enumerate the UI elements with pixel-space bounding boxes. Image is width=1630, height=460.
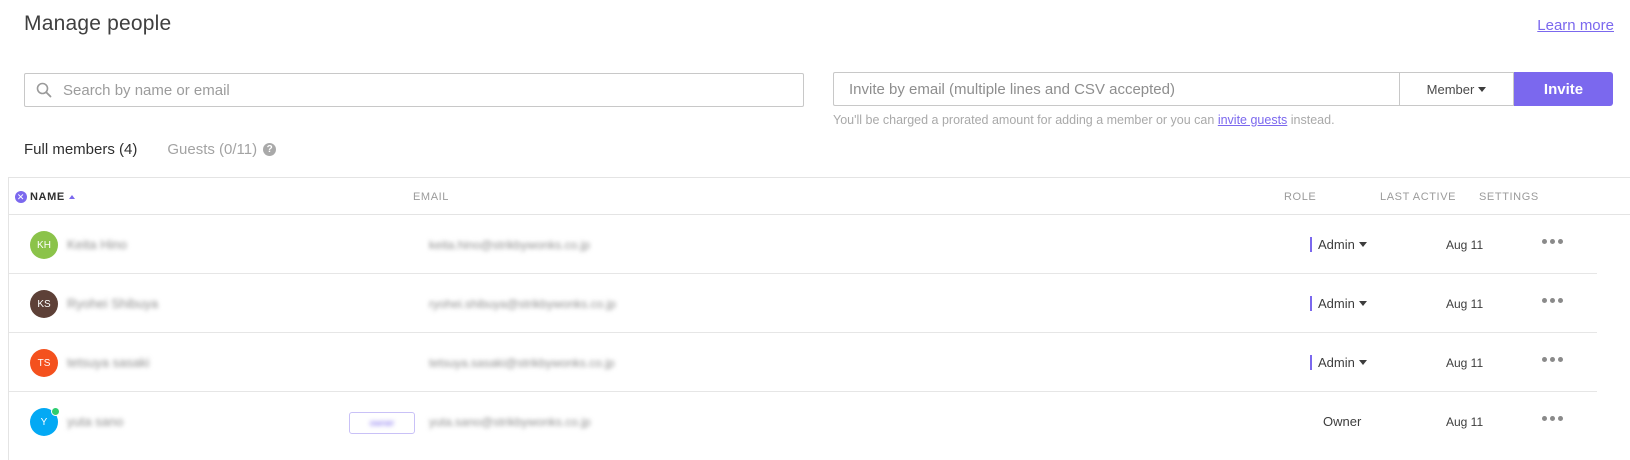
invite-email-input[interactable] [833, 72, 1399, 106]
chevron-down-icon [1358, 360, 1367, 365]
member-email: keita.hino@strikbywonks.co.jp [429, 238, 590, 252]
table-row: TS tetsuya sasaki tetsuya.sasaki@strikby… [9, 333, 1597, 392]
more-dots-icon [1542, 416, 1547, 421]
settings-menu-button[interactable] [1540, 353, 1565, 366]
role-dropdown[interactable]: Admin [1310, 237, 1367, 252]
last-active: Aug 11 [1446, 238, 1484, 252]
role-dropdown[interactable]: Admin [1310, 355, 1367, 370]
table-header: ✕ NAME EMAIL ROLE LAST ACTIVE SETTINGS [9, 178, 1630, 215]
invite-guests-link[interactable]: invite guests [1218, 113, 1287, 127]
role-column-header: ROLE [1284, 191, 1317, 203]
chevron-down-icon [1478, 86, 1487, 92]
avatar[interactable]: KH [30, 231, 58, 259]
chevron-down-icon [1358, 301, 1367, 306]
owner-badge: owner [349, 412, 415, 434]
more-dots-icon [1542, 239, 1547, 244]
avatar-initials: Y [40, 416, 48, 428]
table-row: KH Keita Hino keita.hino@strikbywonks.co… [9, 215, 1597, 274]
role-label: Admin [1318, 296, 1355, 311]
tab-guests-label: Guests (0/11) [167, 141, 258, 158]
member-name: tetsuya sasaki [67, 355, 150, 370]
member-name: Ryohei Shibuya [67, 296, 159, 311]
avatar[interactable]: TS [30, 349, 58, 377]
more-dots-icon [1550, 298, 1555, 303]
more-dots-icon [1550, 357, 1555, 362]
avatar[interactable]: Y [30, 407, 60, 436]
member-name: Keita Hino [67, 237, 127, 252]
settings-column-header: SETTINGS [1479, 191, 1539, 203]
invite-role-select[interactable]: Member [1399, 72, 1514, 106]
more-dots-icon [1558, 357, 1563, 362]
tab-guests[interactable]: Guests (0/11) ? [167, 141, 277, 158]
more-dots-icon [1542, 298, 1547, 303]
invite-bar: Member Invite [833, 72, 1613, 106]
clear-sort-icon[interactable]: ✕ [15, 191, 27, 203]
online-status-dot [51, 407, 60, 416]
learn-more-link[interactable]: Learn more [1537, 17, 1614, 34]
name-column-header[interactable]: NAME [30, 191, 75, 203]
table-row: Y yuta sano owner yuta.sano@strikbywonks… [9, 392, 1597, 451]
settings-menu-button[interactable] [1540, 235, 1565, 248]
page-title: Manage people [24, 12, 172, 35]
member-email: yuta.sano@strikbywonks.co.jp [429, 415, 591, 429]
avatar[interactable]: KS [30, 290, 58, 318]
invite-note-text: You'll be charged a prorated amount for … [833, 113, 1218, 127]
last-active: Aug 11 [1446, 356, 1484, 370]
name-header-label: NAME [30, 191, 65, 203]
help-icon[interactable]: ? [263, 143, 277, 156]
more-dots-icon [1542, 357, 1547, 362]
role-dropdown[interactable]: Admin [1310, 296, 1367, 311]
table-row: KS Ryohei Shibuya ryohei.shibuya@strikby… [9, 274, 1597, 333]
email-column-header: EMAIL [413, 191, 450, 203]
invite-role-label: Member [1426, 81, 1475, 97]
invite-note-suffix: instead. [1287, 113, 1335, 127]
last-active: Aug 11 [1446, 297, 1484, 311]
invite-note: You'll be charged a prorated amount for … [833, 113, 1335, 127]
members-table: ✕ NAME EMAIL ROLE LAST ACTIVE SETTINGS K… [8, 177, 1630, 460]
invite-button[interactable]: Invite [1514, 72, 1613, 106]
role-static: Owner [1323, 414, 1362, 429]
owner-badge-label: owner [369, 418, 395, 428]
last-active-column-header: LAST ACTIVE [1380, 191, 1457, 203]
more-dots-icon [1550, 416, 1555, 421]
last-active: Aug 11 [1446, 415, 1484, 429]
more-dots-icon [1558, 239, 1563, 244]
search-input[interactable] [63, 75, 803, 105]
member-email: tetsuya.sasaki@strikbywonks.co.jp [429, 356, 615, 370]
search-icon [25, 74, 63, 106]
more-dots-icon [1550, 239, 1555, 244]
chevron-down-icon [1358, 242, 1367, 247]
member-email: ryohei.shibuya@strikbywonks.co.jp [429, 297, 616, 311]
member-tabs: Full members (4) Guests (0/11) ? [24, 141, 277, 158]
role-label: Admin [1318, 237, 1355, 252]
search-box [24, 73, 804, 107]
more-dots-icon [1558, 416, 1563, 421]
member-name: yuta sano [67, 414, 124, 429]
more-dots-icon [1558, 298, 1563, 303]
role-label: Admin [1318, 355, 1355, 370]
settings-menu-button[interactable] [1540, 412, 1565, 425]
tab-full-members[interactable]: Full members (4) [24, 141, 137, 158]
settings-menu-button[interactable] [1540, 294, 1565, 307]
sort-ascending-icon [68, 195, 75, 199]
